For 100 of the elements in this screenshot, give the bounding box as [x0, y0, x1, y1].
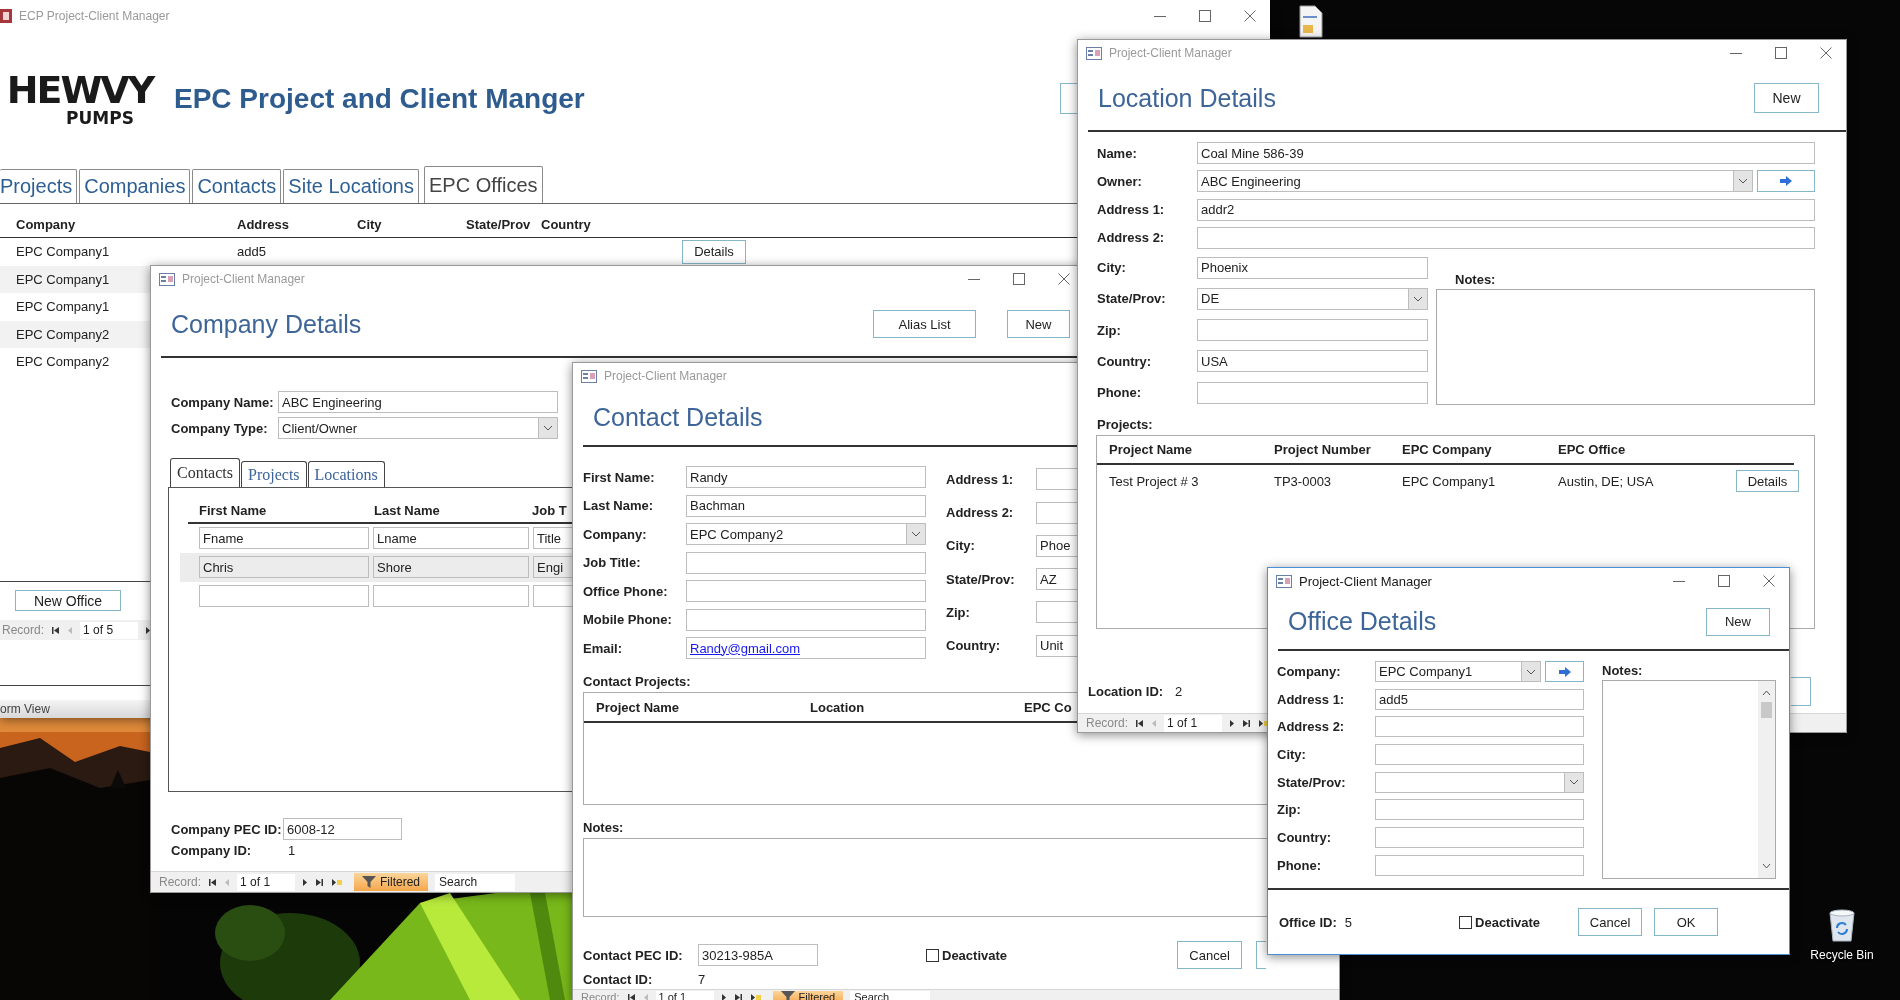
tab[interactable]: Projects	[0, 169, 78, 203]
text-field[interactable]	[1375, 799, 1584, 821]
dropdown-field[interactable]: DE	[1197, 287, 1428, 310]
new-record-icon[interactable]	[749, 992, 762, 1000]
text-field[interactable]: addr2	[1197, 198, 1815, 221]
close-icon[interactable]	[1820, 47, 1832, 59]
details-button[interactable]: Details	[682, 239, 746, 264]
tab[interactable]: Contacts	[170, 458, 240, 487]
dropdown-field[interactable]	[1375, 771, 1584, 793]
new-record-icon[interactable]	[331, 877, 344, 887]
text-field[interactable]	[686, 551, 926, 574]
text-field[interactable]	[1036, 601, 1078, 624]
text-field[interactable]: ABC Engineering	[278, 391, 558, 413]
arrow-button[interactable]	[1545, 661, 1584, 682]
dropdown-field[interactable]: EPC Company2	[686, 523, 926, 545]
tab[interactable]: Companies	[79, 169, 191, 203]
details-button[interactable]: Details	[1736, 470, 1799, 493]
next-record-icon[interactable]	[302, 877, 309, 887]
caret-icon[interactable]	[1408, 288, 1427, 309]
tab[interactable]: Contacts	[192, 169, 282, 203]
previous-record-icon[interactable]	[67, 625, 74, 635]
previous-record-icon[interactable]	[224, 877, 231, 887]
table-cell[interactable]: Chris	[199, 556, 369, 578]
table-cell[interactable]: Lname	[373, 527, 529, 549]
maximize-icon[interactable]	[1199, 10, 1211, 22]
checkbox[interactable]	[1459, 915, 1473, 929]
close-icon[interactable]	[1244, 10, 1256, 22]
notes-field[interactable]	[1436, 289, 1815, 406]
first-record-icon[interactable]	[208, 877, 218, 887]
cancel-button[interactable]: Cancel	[1177, 941, 1243, 969]
text-field[interactable]	[1375, 716, 1584, 738]
text-field[interactable]	[1375, 854, 1584, 876]
text-field[interactable]	[1375, 827, 1584, 849]
text-field[interactable]: Phoenix	[1197, 256, 1428, 279]
table-cell[interactable]: Title	[533, 527, 573, 549]
text-field[interactable]	[1197, 226, 1815, 249]
search-field[interactable]: Search	[435, 873, 516, 891]
arrow-button[interactable]	[1757, 170, 1815, 193]
dropdown-field[interactable]: EPC Company1	[1375, 661, 1541, 682]
filter-toggle[interactable]: Filtered	[354, 873, 429, 891]
file-icon[interactable]	[1299, 5, 1323, 38]
first-record-icon[interactable]	[626, 992, 636, 1000]
text-field[interactable]: Coal Mine 586-39	[1197, 142, 1815, 164]
next-record-icon[interactable]	[720, 992, 727, 1000]
new-button[interactable]: New	[1754, 83, 1819, 113]
text-field[interactable]: AZ	[1036, 568, 1078, 591]
caret-icon[interactable]	[1521, 662, 1540, 681]
table-cell[interactable]: Fname	[199, 527, 369, 549]
form-button[interactable]: New	[1007, 310, 1070, 338]
text-field[interactable]: Unit	[1036, 634, 1078, 657]
text-field[interactable]: 30213-985A	[698, 944, 818, 966]
text-field[interactable]: Bachman	[686, 494, 926, 517]
text-field[interactable]	[686, 580, 926, 602]
tab[interactable]: Site Locations	[283, 169, 419, 203]
dialog-button[interactable]	[1791, 677, 1811, 707]
text-field[interactable]	[1036, 468, 1078, 491]
dialog-button[interactable]: Cancel	[1578, 908, 1643, 936]
dropdown-field[interactable]: ABC Engineering	[1197, 170, 1753, 193]
text-field[interactable]	[1375, 744, 1584, 766]
text-field[interactable]	[1197, 319, 1428, 342]
maximize-icon[interactable]	[1718, 575, 1730, 587]
text-field[interactable]	[1197, 381, 1428, 404]
form-button[interactable]: Alias List	[873, 310, 976, 338]
text-field[interactable]	[1036, 501, 1078, 524]
next-record-icon[interactable]	[1229, 718, 1236, 728]
email-field[interactable]: Randy@gmail.com	[686, 637, 926, 659]
first-record-icon[interactable]	[51, 625, 61, 635]
text-field[interactable]	[686, 608, 926, 631]
record-position-field[interactable]: 1 of 5	[80, 621, 139, 639]
dropdown-field[interactable]: Client/Owner	[278, 417, 558, 439]
previous-record-icon[interactable]	[1151, 718, 1158, 728]
tab[interactable]: Projects	[241, 461, 307, 487]
caret-icon[interactable]	[538, 418, 557, 438]
email-link[interactable]: Randy@gmail.com	[690, 640, 800, 656]
dialog-button[interactable]	[1256, 941, 1267, 969]
table-cell[interactable]	[373, 585, 529, 607]
last-record-icon[interactable]	[1242, 718, 1252, 728]
notes-field[interactable]	[1602, 680, 1776, 879]
record-position-field[interactable]: 1 of 1	[1164, 714, 1223, 732]
table-cell[interactable]: Shore	[373, 556, 529, 578]
last-record-icon[interactable]	[733, 992, 743, 1000]
text-field[interactable]: USA	[1197, 350, 1428, 373]
previous-record-icon[interactable]	[642, 992, 649, 1000]
checkbox[interactable]	[926, 948, 939, 962]
dialog-button[interactable]: OK	[1654, 908, 1719, 936]
text-field[interactable]: add5	[1375, 688, 1584, 710]
tab[interactable]: Locations	[307, 461, 385, 487]
caret-icon[interactable]	[1733, 171, 1752, 192]
tab[interactable]: EPC Offices	[424, 166, 543, 203]
new-button[interactable]: New	[1706, 607, 1770, 636]
record-position-field[interactable]: 1 of 1	[237, 873, 296, 891]
table-cell[interactable]	[199, 585, 369, 607]
table-cell[interactable]: Engi	[533, 556, 573, 578]
text-field[interactable]: Phoe	[1036, 534, 1078, 557]
last-record-icon[interactable]	[315, 877, 325, 887]
caret-icon[interactable]	[1564, 772, 1583, 792]
notes-field[interactable]	[583, 838, 1268, 917]
first-record-icon[interactable]	[1135, 718, 1145, 728]
toolbar-button[interactable]	[1060, 83, 1077, 114]
table-cell[interactable]	[533, 585, 573, 607]
